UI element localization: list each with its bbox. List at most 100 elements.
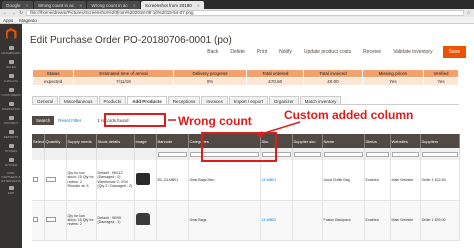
- summary-value: expected: [31, 77, 75, 86]
- bookmark-magento[interactable]: Magento: [19, 18, 37, 23]
- sidebar-item-stores[interactable]: STORES: [0, 142, 22, 154]
- suppliers-cell: Seller 1 £59.00: [420, 200, 460, 241]
- filter-cell: [32, 148, 45, 160]
- barcode-filter-input[interactable]: [157, 151, 187, 157]
- quantity-input[interactable]: [45, 216, 56, 222]
- column-header-select[interactable]: Select: [32, 134, 45, 148]
- wrong-count-highlight-box: [104, 113, 166, 127]
- row-checkbox[interactable]: [33, 216, 38, 222]
- browser-tab[interactable]: Google ✕: [2, 1, 33, 9]
- status-filter-select[interactable]: [365, 151, 389, 157]
- row-checkbox[interactable]: [33, 176, 38, 182]
- summary-value: 0%: [172, 77, 248, 86]
- delete-button[interactable]: Delete: [224, 47, 250, 57]
- summary-header: Total invoiced: [303, 69, 363, 78]
- tab-add-products[interactable]: Add Products: [127, 96, 167, 104]
- close-icon[interactable]: ✕: [79, 3, 82, 8]
- tab-products[interactable]: Products: [98, 96, 127, 104]
- url-field[interactable]: file:///home/dream/Pictures/Screenshot%2…: [26, 10, 464, 16]
- column-header-status[interactable]: Status: [364, 134, 391, 148]
- summary-value: Yes: [423, 77, 459, 86]
- save-button[interactable]: Save: [442, 46, 466, 58]
- close-icon[interactable]: ✕: [197, 3, 200, 8]
- name-filter-input[interactable]: [323, 151, 363, 157]
- address-bar: ← → ↻ file:///home/dream/Pictures/Screen…: [0, 9, 474, 17]
- suppliers-cell: Seller 1 £22.83: [420, 160, 460, 201]
- product-image-backpack: [135, 213, 150, 226]
- summary-header: Missing prices: [361, 69, 425, 78]
- websites-cell: Main Website: [390, 160, 421, 201]
- sidebar-item-reports[interactable]: REPORTS: [0, 128, 22, 140]
- close-icon[interactable]: ✕: [133, 3, 136, 8]
- sidebar-item-customers[interactable]: CUSTOMERS: [0, 86, 22, 98]
- sku-cell[interactable]: 24-MB01: [260, 160, 293, 201]
- wrong-count-annotation: Wrong count: [178, 114, 252, 128]
- po-tabs: General Miscellaneous Products Add Produ…: [32, 96, 459, 105]
- tab-label: Screenshot from 20180: [144, 2, 192, 8]
- sidebar-item-content[interactable]: CONTENT: [0, 114, 22, 126]
- tab-invoices[interactable]: Invoices: [201, 96, 228, 104]
- categories-cell: Gear,Bags,Men: [188, 160, 261, 201]
- close-icon[interactable]: ✕: [26, 3, 29, 8]
- summary-header: Total ordered: [246, 69, 305, 78]
- tab-organizer[interactable]: Organizer: [268, 96, 299, 104]
- select-cell: [32, 200, 45, 241]
- filter-cell: [66, 148, 97, 160]
- column-header-stock-details[interactable]: Stock details: [96, 134, 135, 148]
- stores-icon: [8, 143, 14, 148]
- column-header-name[interactable]: Name: [322, 134, 365, 148]
- column-header-suppliers[interactable]: Suppliers: [420, 134, 460, 148]
- column-header-supplier-sku[interactable]: Supplier sku: [292, 134, 323, 148]
- notify-button[interactable]: Notify: [273, 47, 298, 57]
- sidebar-item-erp[interactable]: ERP: [0, 184, 22, 196]
- filter-cell: [96, 148, 135, 160]
- summary-value: Yes: [361, 77, 425, 86]
- print-button[interactable]: Print: [251, 47, 273, 57]
- tab-general[interactable]: General: [32, 96, 59, 104]
- browser-tab[interactable]: Wrong count in ac ✕: [33, 1, 87, 9]
- tab-match-inventory[interactable]: Match inventory: [299, 96, 342, 104]
- update-product-costs-button[interactable]: Update product costs: [298, 47, 357, 57]
- receive-button[interactable]: Receive: [357, 47, 387, 57]
- status-cell: Enabled: [364, 200, 391, 241]
- search-button[interactable]: Search: [32, 115, 55, 125]
- system-icon: [8, 157, 14, 162]
- browser-tab[interactable]: Wrong count in ac ✕: [87, 1, 140, 9]
- column-header-supply-needs[interactable]: Supply needs: [66, 134, 97, 148]
- po-summary-table: Status Estimated time of arrival Deliver…: [31, 69, 459, 86]
- column-header-quantity[interactable]: Quantity: [44, 134, 67, 148]
- column-header-barcode[interactable]: Barcode: [156, 134, 189, 148]
- quantity-input[interactable]: [45, 176, 56, 182]
- tab-miscellaneous[interactable]: Miscellaneous: [59, 96, 98, 104]
- reload-icon[interactable]: ↻: [19, 10, 23, 16]
- supplier-sku-cell: [292, 160, 323, 201]
- tab-receptions[interactable]: Receptions: [167, 96, 201, 104]
- bookmark-apps[interactable]: Apps: [3, 18, 13, 23]
- star-icon[interactable]: ☆: [467, 10, 471, 16]
- back-button[interactable]: Back: [201, 47, 224, 57]
- column-header-image[interactable]: Image: [134, 134, 157, 148]
- customers-icon: [8, 87, 14, 92]
- sidebar-item-marketing[interactable]: MARKETING: [0, 100, 22, 112]
- sidebar-item-catalog[interactable]: CATALOG: [0, 72, 22, 84]
- websites-filter-select[interactable]: [391, 151, 419, 157]
- sidebar-item-sales[interactable]: SALES: [0, 58, 22, 70]
- sidebar-item-system[interactable]: SYSTEM: [0, 156, 22, 168]
- suppliers-filter-select[interactable]: [421, 151, 458, 157]
- validate-inventory-button[interactable]: Validate inventory: [387, 47, 438, 57]
- tab-import-export[interactable]: Import / export: [228, 96, 268, 104]
- quantity-cell: [44, 160, 67, 201]
- column-header-websites[interactable]: Websites: [390, 134, 421, 148]
- browser-tab-active[interactable]: Screenshot from 20180 ✕: [140, 1, 205, 9]
- forward-arrow-icon[interactable]: →: [11, 10, 16, 16]
- summary-header: Delivery progress: [172, 69, 248, 78]
- reset-filter-link[interactable]: Reset Filter: [58, 118, 81, 123]
- back-arrow-icon[interactable]: ←: [3, 10, 8, 16]
- summary-header: Estimated time of arrival: [73, 69, 174, 78]
- supply-needs-cell: Qty for low stock: 15 Qty for review: 2 …: [66, 160, 97, 201]
- sku-cell[interactable]: 24-MB02: [260, 200, 293, 241]
- summary-header: Status: [31, 69, 75, 78]
- supplier-sku-filter-input[interactable]: [293, 151, 321, 157]
- sidebar-item-partners[interactable]: FIND PARTNERS & EXTENSIONS: [0, 170, 22, 183]
- magento-logo[interactable]: [0, 24, 22, 44]
